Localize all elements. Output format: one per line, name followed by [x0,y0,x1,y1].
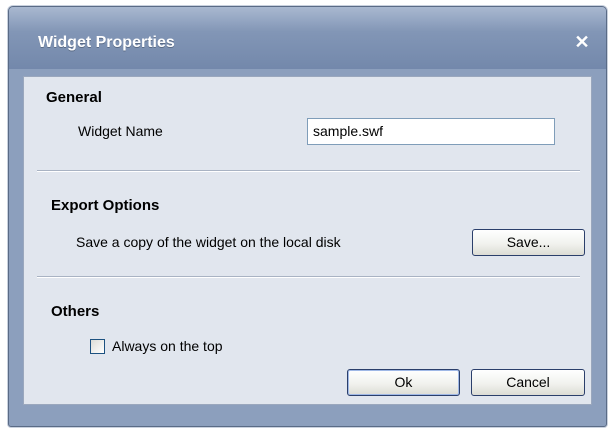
divider-export [37,276,580,278]
always-on-top-checkbox[interactable] [90,339,105,354]
export-description: Save a copy of the widget on the local d… [76,234,341,250]
widget-properties-dialog: Widget Properties ✕ General Widget Name … [8,6,607,427]
close-icon[interactable]: ✕ [572,32,592,52]
widget-name-input[interactable]: sample.swf [307,118,555,145]
content-panel: General Widget Name sample.swf Export Op… [23,76,592,405]
others-heading: Others [51,303,100,320]
save-button[interactable]: Save... [472,229,585,256]
general-heading: General [46,89,102,106]
widget-name-label: Widget Name [78,123,163,139]
dialog-title: Widget Properties [38,34,175,51]
divider-general [37,170,580,172]
title-bar[interactable]: Widget Properties ✕ [9,7,606,69]
export-options-heading: Export Options [51,197,160,214]
always-on-top-label[interactable]: Always on the top [112,338,223,354]
cancel-button[interactable]: Cancel [471,369,585,396]
ok-button[interactable]: Ok [347,369,460,396]
